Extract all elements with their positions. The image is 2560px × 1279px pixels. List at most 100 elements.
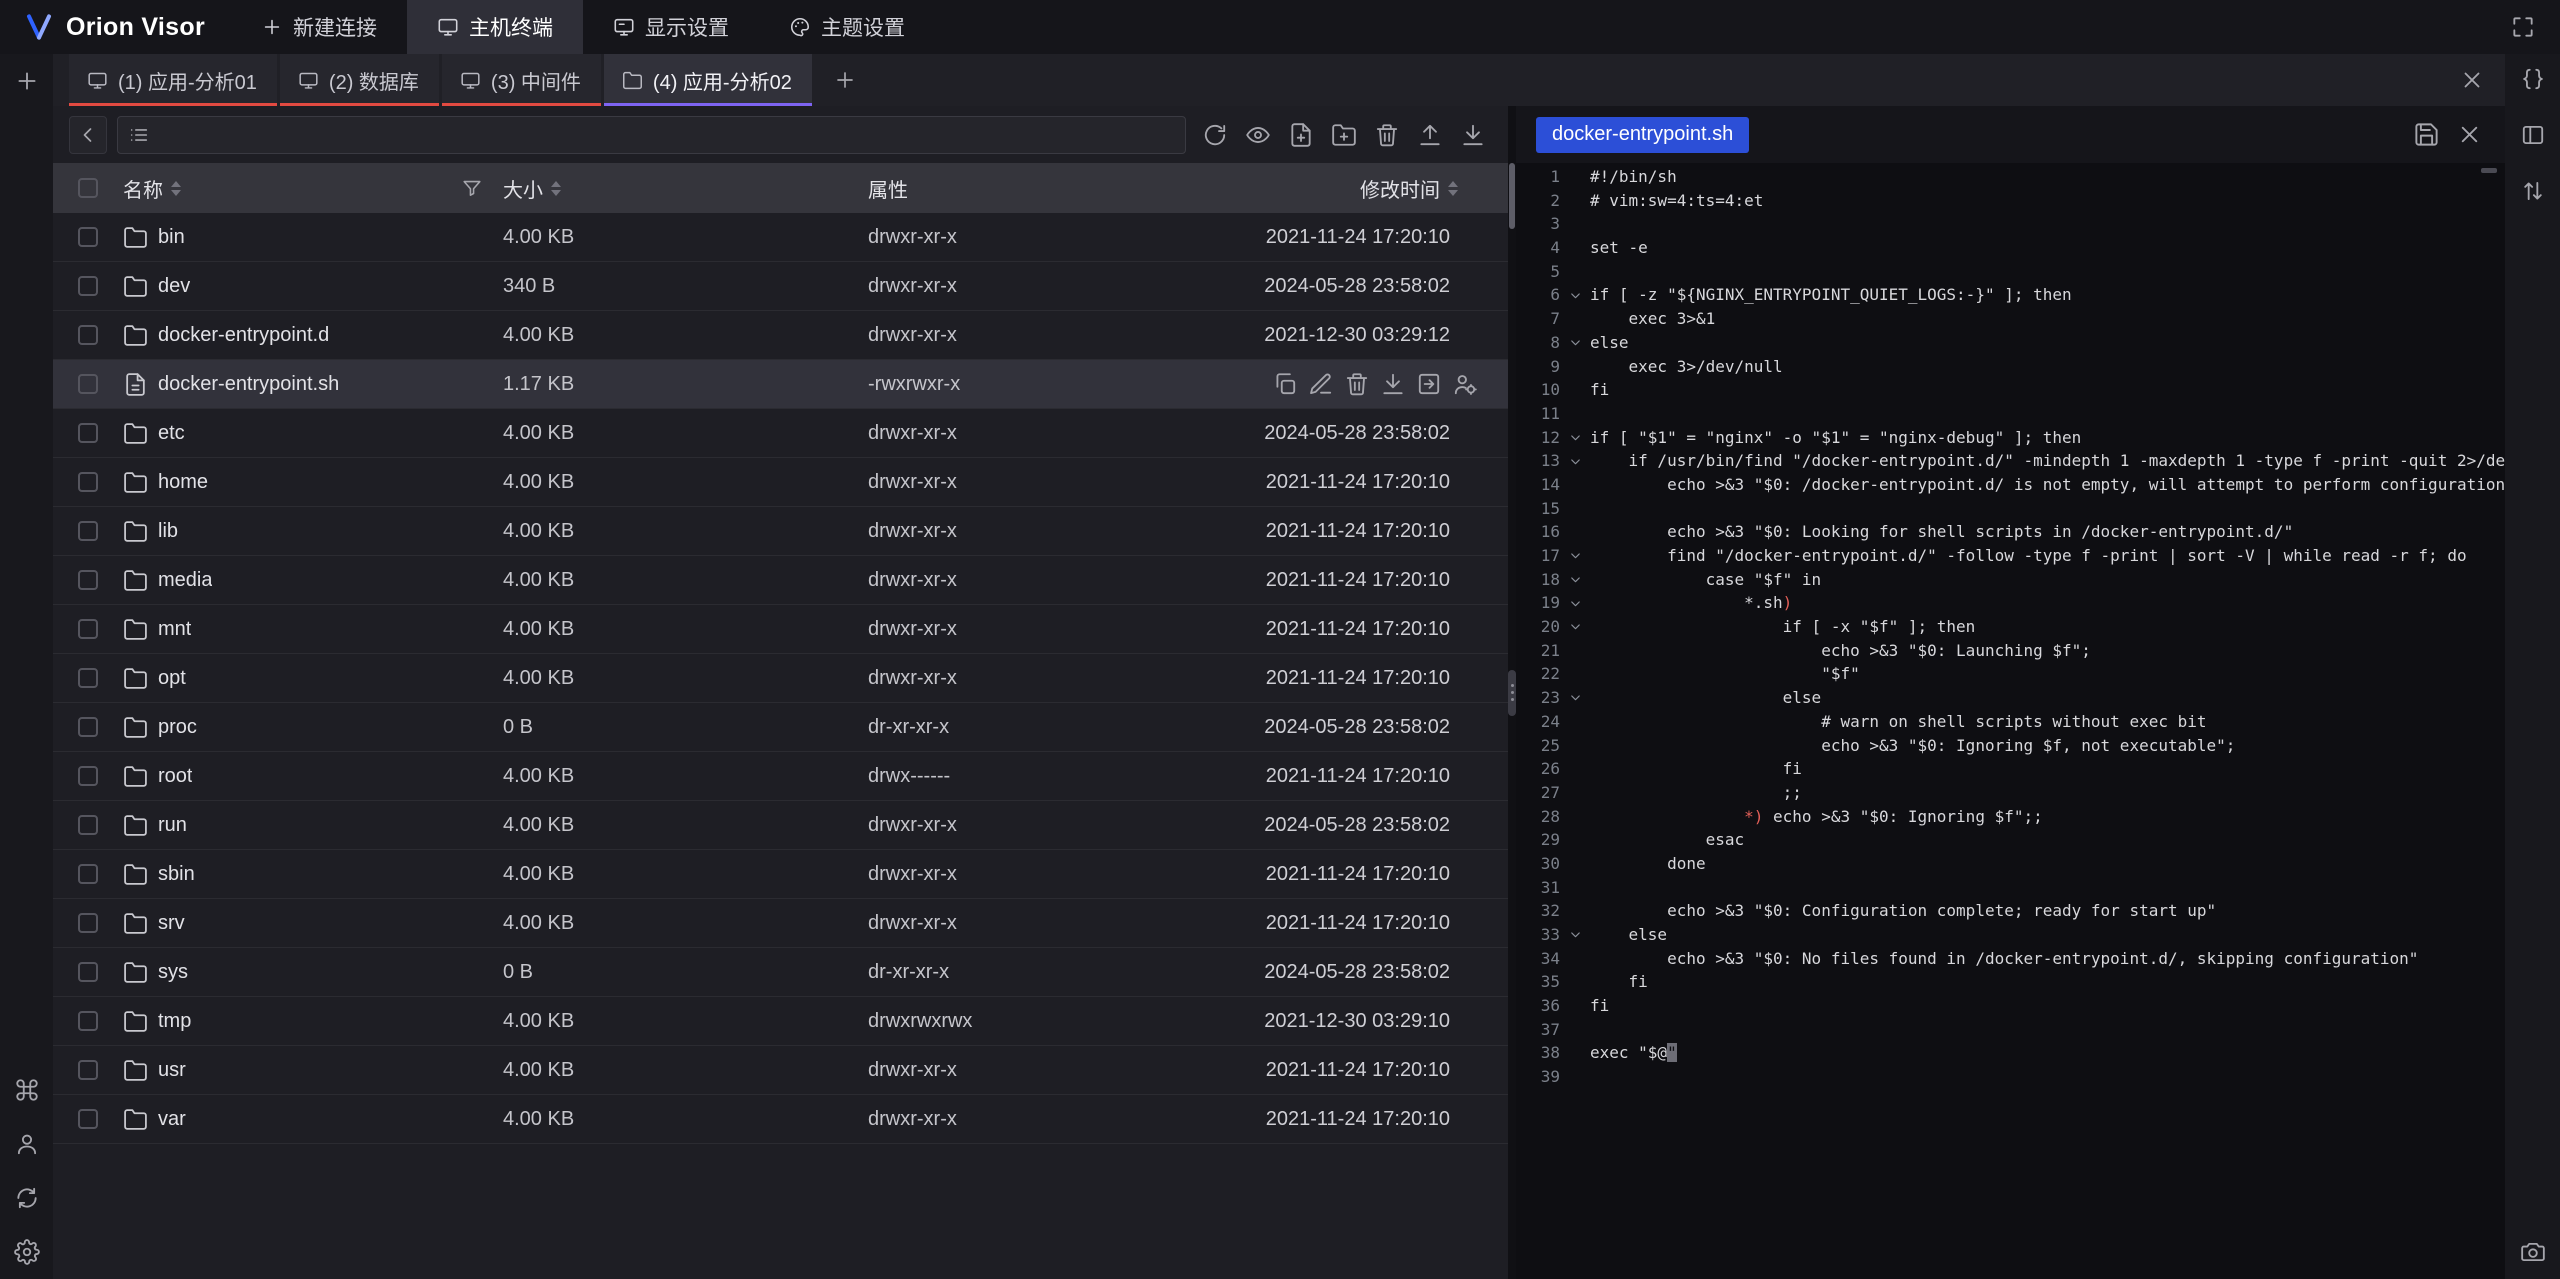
braces-button[interactable] bbox=[2520, 66, 2546, 92]
row-checkbox[interactable] bbox=[78, 815, 98, 835]
fold-toggle[interactable] bbox=[1560, 331, 1590, 355]
nav-item-3[interactable]: 主题设置 bbox=[759, 0, 935, 54]
row-checkbox[interactable] bbox=[78, 864, 98, 884]
gear-button[interactable] bbox=[14, 1239, 40, 1265]
row-checkbox[interactable] bbox=[78, 325, 98, 345]
table-row[interactable]: root4.00 KBdrwx------2021-11-24 17:20:10 bbox=[53, 752, 1508, 801]
trash-button[interactable] bbox=[1344, 371, 1370, 397]
fold-toggle[interactable] bbox=[1560, 449, 1590, 473]
editor-save-button[interactable] bbox=[2413, 121, 2440, 148]
download-button[interactable] bbox=[1380, 371, 1406, 397]
app-logo[interactable]: Orion Visor bbox=[0, 0, 231, 54]
permission-button[interactable] bbox=[1452, 371, 1478, 397]
table-row[interactable]: dev340 Bdrwxr-xr-x2024-05-28 23:58:02 bbox=[53, 262, 1508, 311]
editor-close-button[interactable] bbox=[2456, 121, 2483, 148]
camera-button[interactable] bbox=[2520, 1239, 2546, 1265]
session-tab-1[interactable]: (1) 应用-分析01 bbox=[69, 54, 277, 106]
file-list-scrollbar-thumb[interactable] bbox=[1509, 163, 1515, 229]
table-row[interactable]: tmp4.00 KBdrwxrwxrwx2021-12-30 03:29:10 bbox=[53, 997, 1508, 1046]
sftp-file-panel: 名称 大小 属性 修改时间 bin4.00 KBdrwxr-xr-x2021-1… bbox=[53, 106, 1508, 1279]
command-button[interactable] bbox=[14, 1077, 40, 1103]
row-checkbox[interactable] bbox=[78, 717, 98, 737]
edit-button[interactable] bbox=[1308, 371, 1334, 397]
row-checkbox[interactable] bbox=[78, 227, 98, 247]
row-checkbox[interactable] bbox=[78, 619, 98, 639]
row-checkbox[interactable] bbox=[78, 1060, 98, 1080]
table-row[interactable]: sbin4.00 KBdrwxr-xr-x2021-11-24 17:20:10 bbox=[53, 850, 1508, 899]
table-row[interactable]: bin4.00 KBdrwxr-xr-x2021-11-24 17:20:10 bbox=[53, 213, 1508, 262]
table-row[interactable]: srv4.00 KBdrwxr-xr-x2021-11-24 17:20:10 bbox=[53, 899, 1508, 948]
fold-toggle[interactable] bbox=[1560, 568, 1590, 592]
row-checkbox[interactable] bbox=[78, 276, 98, 296]
line-number: 19 bbox=[1516, 591, 1560, 615]
folder-plus-button[interactable] bbox=[1325, 117, 1363, 153]
table-row[interactable]: docker-entrypoint.sh1.17 KB-rwxrwxr-x bbox=[53, 360, 1508, 409]
table-row[interactable]: var4.00 KBdrwxr-xr-x2021-11-24 17:20:10 bbox=[53, 1095, 1508, 1144]
close-button[interactable] bbox=[2459, 67, 2485, 93]
session-tab-3[interactable]: (3) 中间件 bbox=[442, 54, 601, 106]
row-checkbox[interactable] bbox=[78, 423, 98, 443]
editor-scrollbar-thumb[interactable] bbox=[2481, 168, 2497, 173]
fold-toggle[interactable] bbox=[1560, 923, 1590, 947]
table-row[interactable]: docker-entrypoint.d4.00 KBdrwxr-xr-x2021… bbox=[53, 311, 1508, 360]
new-tab-button[interactable] bbox=[833, 68, 857, 92]
fold-toggle[interactable] bbox=[1560, 591, 1590, 615]
filter-button[interactable] bbox=[461, 177, 483, 199]
code-text: "$f" bbox=[1590, 662, 2505, 686]
table-row[interactable]: opt4.00 KBdrwxr-xr-x2021-11-24 17:20:10 bbox=[53, 654, 1508, 703]
copy-button[interactable] bbox=[1272, 371, 1298, 397]
table-row[interactable]: proc0 Bdr-xr-xr-x2024-05-28 23:58:02 bbox=[53, 703, 1508, 752]
file-plus-button[interactable] bbox=[1282, 117, 1320, 153]
row-checkbox[interactable] bbox=[78, 1011, 98, 1031]
eye-button[interactable] bbox=[1239, 117, 1277, 153]
row-checkbox[interactable] bbox=[78, 962, 98, 982]
fullscreen-button[interactable] bbox=[2510, 14, 2536, 40]
row-checkbox[interactable] bbox=[78, 374, 98, 394]
plus-button[interactable] bbox=[14, 68, 40, 94]
fold-toggle[interactable] bbox=[1560, 686, 1590, 710]
fold-toggle[interactable] bbox=[1560, 426, 1590, 450]
table-row[interactable]: usr4.00 KBdrwxr-xr-x2021-11-24 17:20:10 bbox=[53, 1046, 1508, 1095]
row-checkbox[interactable] bbox=[78, 668, 98, 688]
session-tab-4[interactable]: (4) 应用-分析02 bbox=[604, 54, 812, 106]
row-checkbox[interactable] bbox=[78, 521, 98, 541]
nav-item-1[interactable]: 主机终端 bbox=[407, 0, 583, 54]
session-tab-2[interactable]: (2) 数据库 bbox=[280, 54, 439, 106]
table-row[interactable]: home4.00 KBdrwxr-xr-x2021-11-24 17:20:10 bbox=[53, 458, 1508, 507]
code-editor[interactable]: 1#!/bin/sh2# vim:sw=4:ts=4:et34set -e56i… bbox=[1516, 163, 2505, 1279]
table-row[interactable]: sys0 Bdr-xr-xr-x2024-05-28 23:58:02 bbox=[53, 948, 1508, 997]
swap-button[interactable] bbox=[2520, 178, 2546, 204]
table-row[interactable]: run4.00 KBdrwxr-xr-x2024-05-28 23:58:02 bbox=[53, 801, 1508, 850]
trash-button[interactable] bbox=[1368, 117, 1406, 153]
row-checkbox[interactable] bbox=[78, 570, 98, 590]
nav-item-0[interactable]: 新建连接 bbox=[231, 0, 407, 54]
panel-resize-handle[interactable] bbox=[1508, 670, 1516, 716]
fold-toggle[interactable] bbox=[1560, 615, 1590, 639]
user-button[interactable] bbox=[14, 1131, 40, 1157]
refresh-button[interactable] bbox=[1196, 117, 1234, 153]
table-row[interactable]: lib4.00 KBdrwxr-xr-x2021-11-24 17:20:10 bbox=[53, 507, 1508, 556]
row-checkbox[interactable] bbox=[78, 913, 98, 933]
sort-mtime-control[interactable] bbox=[1448, 181, 1458, 196]
table-row[interactable]: media4.00 KBdrwxr-xr-x2021-11-24 17:20:1… bbox=[53, 556, 1508, 605]
nav-item-2[interactable]: 显示设置 bbox=[583, 0, 759, 54]
download-button[interactable] bbox=[1454, 117, 1492, 153]
table-row[interactable]: mnt4.00 KBdrwxr-xr-x2021-11-24 17:20:10 bbox=[53, 605, 1508, 654]
panel-button[interactable] bbox=[2520, 122, 2546, 148]
fold-toggle[interactable] bbox=[1560, 544, 1590, 568]
path-input[interactable] bbox=[158, 124, 1175, 146]
move-button[interactable] bbox=[1416, 371, 1442, 397]
row-checkbox[interactable] bbox=[78, 472, 98, 492]
row-checkbox[interactable] bbox=[78, 766, 98, 786]
select-all-checkbox[interactable] bbox=[78, 178, 98, 198]
fold-toggle[interactable] bbox=[1560, 283, 1590, 307]
row-checkbox[interactable] bbox=[78, 1109, 98, 1129]
upload-button[interactable] bbox=[1411, 117, 1449, 153]
editor-file-tab[interactable]: docker-entrypoint.sh bbox=[1536, 117, 1749, 153]
sort-name-control[interactable] bbox=[171, 181, 181, 196]
sync-button[interactable] bbox=[14, 1185, 40, 1211]
back-button[interactable] bbox=[69, 116, 107, 154]
table-row[interactable]: etc4.00 KBdrwxr-xr-x2024-05-28 23:58:02 bbox=[53, 409, 1508, 458]
sort-size-control[interactable] bbox=[551, 181, 561, 196]
fold-gutter bbox=[1560, 710, 1590, 734]
